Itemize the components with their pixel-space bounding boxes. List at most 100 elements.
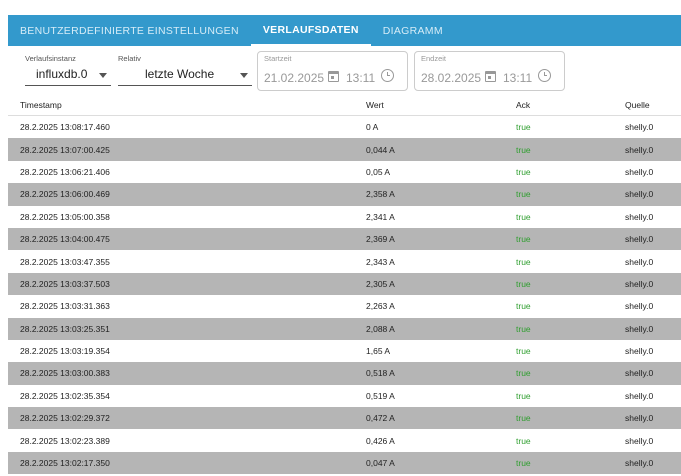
column-header-source[interactable]: Quelle bbox=[625, 94, 650, 115]
cell-timestamp: 28.2.2025 13:08:17.460 bbox=[20, 122, 110, 133]
cell-source: shelly.0 bbox=[625, 458, 654, 469]
cell-source: shelly.0 bbox=[625, 166, 654, 177]
cell-source: shelly.0 bbox=[625, 413, 654, 424]
cell-source: shelly.0 bbox=[625, 256, 654, 267]
cell-ack: true bbox=[516, 413, 531, 424]
cell-value: 0,518 A bbox=[366, 368, 395, 379]
table-row[interactable]: 28.2.2025 13:03:25.351 2,088 A true shelly.… bbox=[8, 317, 681, 340]
tab-custom-settings[interactable]: BENUTZERDEFINIERTE EINSTELLUNGEN bbox=[8, 15, 251, 46]
table-row[interactable]: 28.2.2025 13:06:21.406 0,05 A true shelly.0 bbox=[8, 161, 681, 183]
cell-ack: true bbox=[516, 368, 531, 379]
table-row[interactable]: 28.2.2025 13:06:00.469 2,358 A true shelly.… bbox=[8, 183, 681, 206]
chevron-down-icon bbox=[240, 73, 248, 78]
cell-source: shelly.0 bbox=[625, 301, 654, 312]
cell-source: shelly.0 bbox=[625, 189, 654, 200]
table-row[interactable]: 28.2.2025 13:02:17.350 0,047 A true shelly.… bbox=[8, 451, 681, 475]
relative-range-value: letzte Woche bbox=[145, 67, 215, 81]
cell-value: 0,426 A bbox=[366, 435, 395, 446]
end-time-label: Endzeit bbox=[421, 54, 447, 63]
cell-ack: true bbox=[516, 278, 531, 289]
tab-bar: BENUTZERDEFINIERTE EINSTELLUNGEN VERLAUF… bbox=[8, 15, 681, 46]
history-instance-select[interactable]: Verlaufsinstanz influxdb.0 bbox=[25, 48, 111, 86]
table-row[interactable]: 28.2.2025 13:03:19.354 1,65 A true shelly.0 bbox=[8, 340, 681, 362]
cell-value: 2,088 A bbox=[366, 323, 395, 334]
cell-value: 2,341 A bbox=[366, 211, 395, 222]
cell-timestamp: 28.2.2025 13:03:47.355 bbox=[20, 256, 110, 267]
cell-ack: true bbox=[516, 256, 531, 267]
cell-timestamp: 28.2.2025 13:03:31.363 bbox=[20, 301, 110, 312]
start-time-field[interactable]: Startzeit 21.02.2025 13:11 bbox=[257, 51, 408, 91]
calendar-icon[interactable] bbox=[328, 71, 339, 82]
column-header-ack[interactable]: Ack bbox=[516, 94, 530, 115]
start-time-label: Startzeit bbox=[264, 54, 292, 63]
end-time-value: 13:11 bbox=[503, 71, 533, 85]
cell-ack: true bbox=[516, 144, 531, 155]
cell-ack: true bbox=[516, 346, 531, 357]
cell-source: shelly.0 bbox=[625, 278, 654, 289]
cell-timestamp: 28.2.2025 13:04:00.475 bbox=[20, 234, 110, 245]
table-row[interactable]: 28.2.2025 13:04:00.475 2,369 A true shelly.… bbox=[8, 227, 681, 251]
history-instance-label: Verlaufsinstanz bbox=[25, 54, 76, 63]
start-time-value: 13:11 bbox=[346, 71, 376, 85]
cell-timestamp: 28.2.2025 13:03:25.351 bbox=[20, 323, 110, 334]
clock-icon[interactable] bbox=[538, 69, 551, 82]
cell-source: shelly.0 bbox=[625, 435, 654, 446]
cell-value: 0,044 A bbox=[366, 144, 395, 155]
cell-ack: true bbox=[516, 435, 531, 446]
clock-icon[interactable] bbox=[381, 69, 394, 82]
table-body: 28.2.2025 13:08:17.460 0 Atrue shelly.0 28.… bbox=[8, 116, 681, 475]
end-time-field[interactable]: Endzeit 28.02.2025 13:11 bbox=[414, 51, 565, 91]
relative-range-select[interactable]: Relativ letzte Woche bbox=[118, 48, 252, 86]
table-row[interactable]: 28.2.2025 13:03:47.355 2,343 A true shelly.… bbox=[8, 250, 681, 272]
table-row[interactable]: 28.2.2025 13:05:00.358 2,341 A true shelly.… bbox=[8, 206, 681, 228]
filter-bar: Verlaufsinstanz influxdb.0 Relativ letzt… bbox=[8, 48, 681, 94]
cell-ack: true bbox=[516, 323, 531, 334]
cell-timestamp: 28.2.2025 13:03:37.503 bbox=[20, 278, 110, 289]
cell-ack: true bbox=[516, 166, 531, 177]
cell-ack: true bbox=[516, 234, 531, 245]
cell-value: 2,343 A bbox=[366, 256, 395, 267]
column-header-value[interactable]: Wert bbox=[366, 94, 384, 115]
cell-timestamp: 28.2.2025 13:03:00.383 bbox=[20, 368, 110, 379]
cell-source: shelly.0 bbox=[625, 323, 654, 334]
table-row[interactable]: 28.2.2025 13:03:31.363 2,263 A true shelly.… bbox=[8, 295, 681, 317]
cell-value: 2,305 A bbox=[366, 278, 395, 289]
cell-value: 2,358 A bbox=[366, 189, 395, 200]
table-row[interactable]: 28.2.2025 13:02:23.389 0,426 A true shelly.… bbox=[8, 429, 681, 451]
table-row[interactable]: 28.2.2025 13:03:00.383 0,518 A true shelly.… bbox=[8, 362, 681, 385]
cell-source: shelly.0 bbox=[625, 368, 654, 379]
cell-timestamp: 28.2.2025 13:02:35.354 bbox=[20, 390, 110, 401]
tab-history-data[interactable]: VERLAUFSDATEN bbox=[250, 15, 371, 46]
cell-ack: true bbox=[516, 189, 531, 200]
cell-ack: true bbox=[516, 390, 531, 401]
cell-timestamp: 28.2.2025 13:03:19.354 bbox=[20, 346, 110, 357]
cell-value: 1,65 A bbox=[366, 346, 391, 357]
history-instance-value: influxdb.0 bbox=[36, 67, 88, 81]
table-row[interactable]: 28.2.2025 13:02:29.372 0,472 A true shelly.… bbox=[8, 407, 681, 430]
cell-timestamp: 28.2.2025 13:02:29.372 bbox=[20, 413, 110, 424]
relative-range-label: Relativ bbox=[118, 54, 141, 63]
cell-ack: true bbox=[516, 122, 531, 133]
cell-source: shelly.0 bbox=[625, 390, 654, 401]
cell-source: shelly.0 bbox=[625, 144, 654, 155]
tab-chart[interactable]: DIAGRAMM bbox=[371, 15, 455, 46]
cell-timestamp: 28.2.2025 13:06:21.406 bbox=[20, 166, 110, 177]
cell-source: shelly.0 bbox=[625, 234, 654, 245]
cell-value: 2,369 A bbox=[366, 234, 395, 245]
calendar-icon[interactable] bbox=[485, 71, 496, 82]
cell-source: shelly.0 bbox=[625, 346, 654, 357]
cell-ack: true bbox=[516, 458, 531, 469]
cell-ack: true bbox=[516, 301, 531, 312]
column-header-timestamp[interactable]: Timestamp bbox=[20, 94, 62, 115]
start-date-value: 21.02.2025 bbox=[264, 71, 325, 85]
table-header: Timestamp Wert Ack Quelle bbox=[8, 94, 681, 116]
cell-timestamp: 28.2.2025 13:02:23.389 bbox=[20, 435, 110, 446]
table-row[interactable]: 28.2.2025 13:08:17.460 0 A true shelly.0 bbox=[8, 116, 681, 138]
table-row[interactable]: 28.2.2025 13:07:00.425 0,044 A true shelly.… bbox=[8, 138, 681, 161]
cell-source: shelly.0 bbox=[625, 122, 654, 133]
table-row[interactable]: 28.2.2025 13:03:37.503 2,305 A true shelly.… bbox=[8, 272, 681, 296]
cell-value: 0,472 A bbox=[366, 413, 395, 424]
cell-source: shelly.0 bbox=[625, 211, 654, 222]
cell-timestamp: 28.2.2025 13:07:00.425 bbox=[20, 144, 110, 155]
table-row[interactable]: 28.2.2025 13:02:35.354 0,519 A true shelly.… bbox=[8, 385, 681, 407]
